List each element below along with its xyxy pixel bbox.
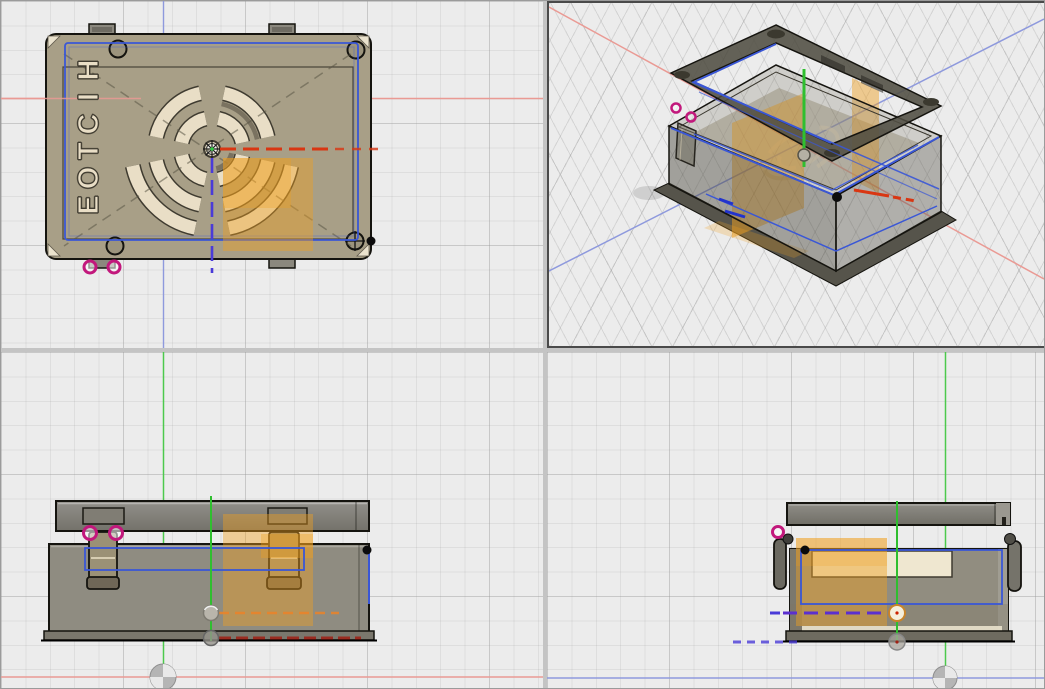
viewport-side-view[interactable] xyxy=(547,352,1045,689)
lid-side[interactable] xyxy=(787,503,1010,525)
lid-slot xyxy=(83,508,124,524)
midpoint-sphere[interactable] xyxy=(798,149,810,161)
vertex-dot[interactable] xyxy=(832,192,842,202)
snap-clip[interactable] xyxy=(774,539,786,589)
lid-body-top[interactable] xyxy=(46,24,371,268)
clip-knob xyxy=(783,534,793,544)
highlight-region-bright xyxy=(223,158,291,208)
vertex-dot[interactable] xyxy=(367,237,376,246)
clip-knob xyxy=(1005,534,1016,545)
viewport-top-view[interactable]: HICTOE xyxy=(1,1,543,348)
vertex-dot[interactable] xyxy=(801,546,810,555)
origin-dot xyxy=(210,147,214,151)
viewport-iso-view[interactable] xyxy=(547,1,1045,348)
hole-point[interactable] xyxy=(773,527,784,538)
vertex-dot[interactable] xyxy=(363,546,372,555)
highlight-region-bright xyxy=(261,534,313,558)
snap-clip[interactable] xyxy=(1008,541,1021,591)
snap-clip[interactable] xyxy=(676,123,696,166)
lid-notch xyxy=(1002,517,1006,525)
iso-view-drawing xyxy=(549,3,1044,346)
origin-gizmo[interactable] xyxy=(933,666,957,689)
origin-gizmo[interactable] xyxy=(150,664,176,689)
side-view-drawing xyxy=(547,352,1045,689)
viewport-front-view[interactable] xyxy=(1,352,543,689)
front-view-drawing xyxy=(1,352,543,689)
top-view-drawing xyxy=(1,1,543,348)
highlight-region-bright xyxy=(796,538,887,566)
cad-multiview-canvas: HICTOE xyxy=(0,0,1045,689)
